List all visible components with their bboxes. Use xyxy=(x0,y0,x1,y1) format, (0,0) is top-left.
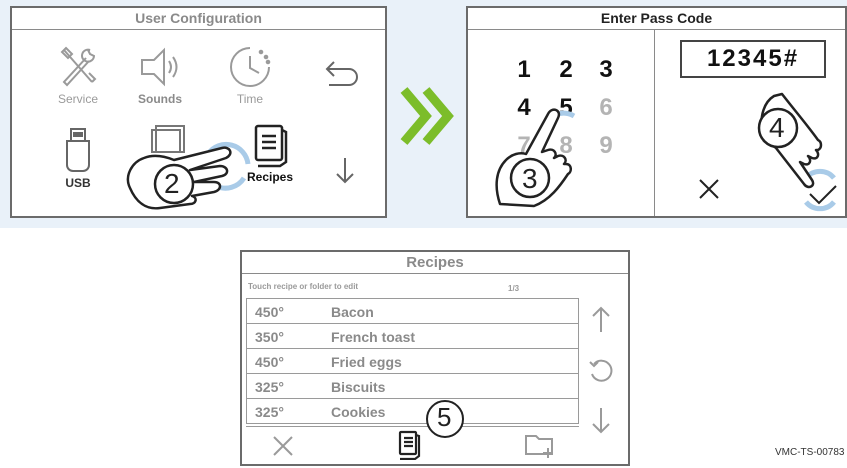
confirm-button[interactable] xyxy=(808,184,838,211)
usb-label: USB xyxy=(65,176,91,190)
config-title: User Configuration xyxy=(12,8,385,30)
sounds-label: Sounds xyxy=(138,92,182,106)
recipe-temp: 325° xyxy=(255,379,284,395)
recipe-temp: 450° xyxy=(255,354,284,370)
recipe-name: Cookies xyxy=(331,404,386,420)
step-marker-5: 5 xyxy=(437,402,452,432)
speaker-icon xyxy=(120,44,200,90)
usb-drive-icon xyxy=(38,126,118,174)
time-label: Time xyxy=(236,92,264,106)
pass-code-title: Enter Pass Code xyxy=(468,8,845,30)
key-3[interactable]: 3 xyxy=(592,56,620,84)
double-chevron-right-icon xyxy=(398,84,458,153)
recipe-name: French toast xyxy=(331,329,416,345)
down-arrow-icon xyxy=(334,158,356,190)
sounds-button[interactable]: Sounds xyxy=(120,44,200,106)
recipe-row[interactable]: 450° Bacon xyxy=(247,299,578,324)
new-recipe-button[interactable] xyxy=(396,430,424,464)
undo-button[interactable] xyxy=(588,358,614,389)
scroll-up-button[interactable] xyxy=(590,306,612,339)
scroll-down-button[interactable] xyxy=(334,156,356,191)
recipe-name: Biscuits xyxy=(331,379,386,395)
list-bottom-line xyxy=(246,426,579,427)
key-1[interactable]: 1 xyxy=(510,56,538,84)
document-code: VMC-TS-00783 xyxy=(775,447,845,458)
recipe-name: Fried eggs xyxy=(331,354,402,370)
pass-code-input[interactable]: 12345# xyxy=(680,40,826,78)
scroll-down-button[interactable] xyxy=(590,406,612,439)
cancel-button[interactable] xyxy=(698,178,720,205)
pass-code-screen: Enter Pass Code 1 2 3 4 5 6 7 8 9 3 1234… xyxy=(466,6,847,218)
new-folder-button[interactable] xyxy=(524,430,556,464)
checkmark-icon xyxy=(808,185,838,210)
recipe-name: Bacon xyxy=(331,304,374,320)
step-marker-3: 3 xyxy=(522,163,538,194)
back-arrow-icon xyxy=(324,61,362,90)
recipe-row[interactable]: 450° Fried eggs xyxy=(247,349,578,374)
recipe-temp: 325° xyxy=(255,404,284,420)
recipes-title: Recipes xyxy=(242,252,628,274)
close-icon xyxy=(272,436,294,461)
close-button[interactable] xyxy=(272,435,294,462)
pass-divider xyxy=(654,30,655,216)
back-button[interactable] xyxy=(324,58,362,91)
wrench-screwdriver-icon xyxy=(38,44,118,90)
recipe-book-icon xyxy=(396,430,424,464)
page-indicator: 1/3 xyxy=(508,284,520,293)
up-arrow-icon xyxy=(590,306,612,338)
down-arrow-icon xyxy=(590,408,612,438)
recipe-row[interactable]: 350° French toast xyxy=(247,324,578,349)
step-marker-2: 2 xyxy=(164,168,180,199)
step-marker-4: 4 xyxy=(769,112,785,143)
clock-icon xyxy=(210,44,290,90)
hand-pointer-icon xyxy=(126,142,251,210)
close-icon xyxy=(698,179,720,204)
recipes-hint: Touch recipe or folder to edit xyxy=(248,282,359,291)
time-button[interactable]: Time xyxy=(210,44,290,106)
hand-pointer-icon xyxy=(495,108,576,208)
undo-arrow-icon xyxy=(588,359,614,388)
recipes-screen: Recipes Touch recipe or folder to edit 1… xyxy=(240,250,630,466)
recipe-list: 450° Bacon 350° French toast 450° Fried … xyxy=(246,298,579,424)
recipe-row[interactable]: 325° Biscuits xyxy=(247,374,578,399)
recipe-temp: 350° xyxy=(255,329,284,345)
user-configuration-screen: User Configuration Service Sounds Time U… xyxy=(10,6,387,218)
recipe-temp: 450° xyxy=(255,304,284,320)
usb-button[interactable]: USB xyxy=(38,126,118,190)
service-label: Service xyxy=(57,92,98,106)
recipe-row[interactable]: 325° Cookies xyxy=(247,399,578,424)
service-button[interactable]: Service xyxy=(38,44,118,106)
key-2[interactable]: 2 xyxy=(552,56,580,84)
add-folder-icon xyxy=(524,435,556,464)
